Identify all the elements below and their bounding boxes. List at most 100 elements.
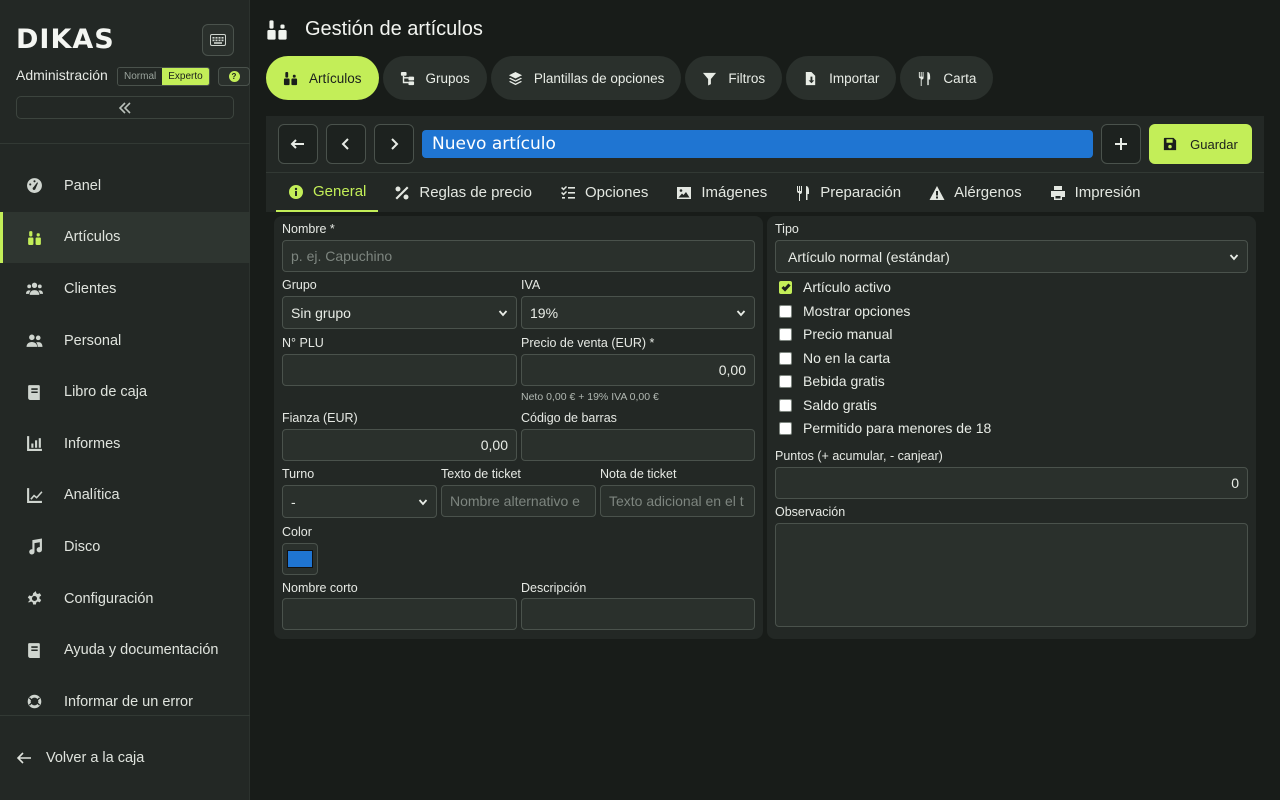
sidebar-item-panel[interactable]: Panel [0, 160, 250, 212]
checkbox-menores-18[interactable]: Permitido para menores de 18 [779, 420, 991, 436]
tab-impresion[interactable]: Impresión [1038, 173, 1153, 212]
back-button[interactable] [278, 124, 318, 164]
barcode-label: Código de barras [521, 411, 617, 425]
sidebar-item-analitica[interactable]: Analítica [0, 470, 250, 522]
checkbox-box[interactable] [779, 304, 792, 318]
nombre-input[interactable]: p. ej. Capuchino [282, 240, 755, 272]
points-input[interactable]: 0 [775, 467, 1248, 499]
tab-filtros[interactable]: Filtros [685, 56, 783, 100]
sidebar-item-ayuda[interactable]: Ayuda y documentación [0, 624, 250, 676]
tab-preparacion[interactable]: Preparación [783, 173, 913, 212]
tab-label: Grupos [425, 70, 470, 86]
save-label: Guardar [1190, 136, 1238, 152]
collapse-sidebar-button[interactable] [16, 96, 234, 119]
mode-toggle[interactable]: Normal Experto [117, 67, 210, 86]
sidebar-item-articulos[interactable]: Artículos [0, 211, 250, 264]
tab-articulos[interactable]: Artículos [266, 56, 379, 100]
ticket-text-label: Texto de ticket [441, 467, 521, 481]
checkbox-mostrar-opciones[interactable]: Mostrar opciones [779, 303, 910, 319]
sidebar-nav: Panel Artículos Clientes Personal Libro … [0, 160, 250, 728]
sidebar-item-personal[interactable]: Personal [0, 315, 250, 367]
tab-imagenes[interactable]: Imágenes [664, 173, 779, 212]
tab-reglas-de-precio[interactable]: Reglas de precio [382, 173, 544, 212]
article-title-input[interactable]: Nuevo artículo [422, 130, 1093, 158]
staff-icon [24, 331, 44, 351]
description-input[interactable] [521, 598, 755, 630]
color-picker[interactable] [282, 543, 318, 575]
add-button[interactable] [1101, 124, 1141, 164]
checkbox-saldo-gratis[interactable]: Saldo gratis [779, 397, 877, 413]
sidebar-item-clientes[interactable]: Clientes [0, 263, 250, 315]
tab-carta[interactable]: Carta [900, 56, 994, 100]
file-import-icon [805, 71, 816, 85]
plus-icon [1115, 138, 1127, 150]
fianza-input[interactable]: 0,00 [282, 429, 517, 461]
checkbox-box[interactable] [779, 351, 792, 365]
arrow-left-icon [16, 752, 31, 764]
tab-label: Carta [943, 70, 977, 86]
divider [0, 143, 250, 144]
double-chevron-left-icon [118, 101, 131, 114]
precio-input[interactable]: 0,00 [521, 354, 755, 386]
sidebar: DIKAS Administración Normal Experto ? Pa… [0, 0, 250, 800]
color-swatch [287, 550, 313, 568]
iva-select[interactable]: 19% [521, 296, 755, 329]
checkbox-precio-manual[interactable]: Precio manual [779, 326, 893, 342]
dashboard-icon [24, 176, 44, 196]
checkbox-no-en-la-carta[interactable]: No en la carta [779, 350, 890, 366]
ticket-note-input[interactable]: Texto adicional en el t [600, 485, 755, 517]
sidebar-item-informar-error[interactable]: Informar de un error [0, 676, 250, 728]
plu-input[interactable] [282, 354, 517, 386]
tab-opciones[interactable]: Opciones [548, 173, 660, 212]
layers-icon [508, 71, 522, 85]
keyboard-button[interactable] [202, 24, 234, 56]
back-to-register-link[interactable]: Volver a la caja [16, 750, 144, 766]
mode-expert-button[interactable]: Experto [162, 68, 209, 85]
previous-button[interactable] [326, 124, 366, 164]
sidebar-item-disco[interactable]: Disco [0, 521, 250, 573]
short-name-label: Nombre corto [282, 581, 358, 595]
tab-label: Imágenes [701, 184, 768, 201]
help-button[interactable]: ? [218, 67, 250, 86]
tab-importar[interactable]: Importar [786, 56, 897, 100]
sidebar-item-libro-de-caja[interactable]: Libro de caja [0, 366, 250, 418]
nombre-label: Nombre * [282, 222, 335, 236]
checkbox-bebida-gratis[interactable]: Bebida gratis [779, 373, 885, 389]
tab-alergenos[interactable]: Alérgenos [917, 173, 1034, 212]
next-button[interactable] [374, 124, 414, 164]
chevron-down-icon [1229, 253, 1239, 260]
tab-label: Preparación [820, 184, 902, 201]
analytics-icon [24, 485, 44, 505]
tab-label: Reglas de precio [419, 184, 532, 201]
checkbox-box[interactable] [779, 421, 792, 435]
turno-select[interactable]: - [282, 485, 437, 518]
tab-grupos[interactable]: Grupos [382, 56, 487, 100]
plu-label: N° PLU [282, 336, 324, 350]
barcode-input[interactable] [521, 429, 755, 461]
short-name-input[interactable] [282, 598, 517, 630]
description-label: Descripción [521, 581, 587, 595]
checkbox-box[interactable] [779, 374, 792, 388]
checkbox-box[interactable] [779, 398, 792, 412]
precio-hint: Neto 0,00 € + 19% IVA 0,00 € [521, 391, 659, 403]
tipo-select[interactable]: Artículo normal (estándar) [775, 240, 1248, 273]
general-form-card: Nombre * p. ej. Capuchino Grupo Sin grup… [274, 216, 763, 639]
sidebar-item-informes[interactable]: Informes [0, 418, 250, 470]
checkbox-box[interactable] [779, 280, 792, 294]
grupo-select[interactable]: Sin grupo [282, 296, 517, 329]
save-button[interactable]: Guardar [1149, 124, 1252, 164]
observation-textarea[interactable] [775, 523, 1248, 627]
articles-icon [24, 227, 44, 247]
checkbox-label: Artículo activo [803, 279, 891, 295]
checkbox-box[interactable] [779, 327, 792, 341]
sidebar-item-configuracion[interactable]: Configuración [0, 573, 250, 625]
iva-label: IVA [521, 278, 541, 292]
tab-plantillas[interactable]: Plantillas de opciones [490, 56, 682, 100]
tab-general[interactable]: General [276, 173, 379, 212]
mode-normal-button[interactable]: Normal [118, 68, 163, 85]
checkbox-articulo-activo[interactable]: Artículo activo [779, 279, 891, 295]
checkbox-label: Saldo gratis [803, 397, 877, 413]
ticket-text-input[interactable]: Nombre alternativo e [441, 485, 596, 517]
printer-icon [1050, 185, 1065, 200]
tab-label: Artículos [309, 70, 362, 86]
